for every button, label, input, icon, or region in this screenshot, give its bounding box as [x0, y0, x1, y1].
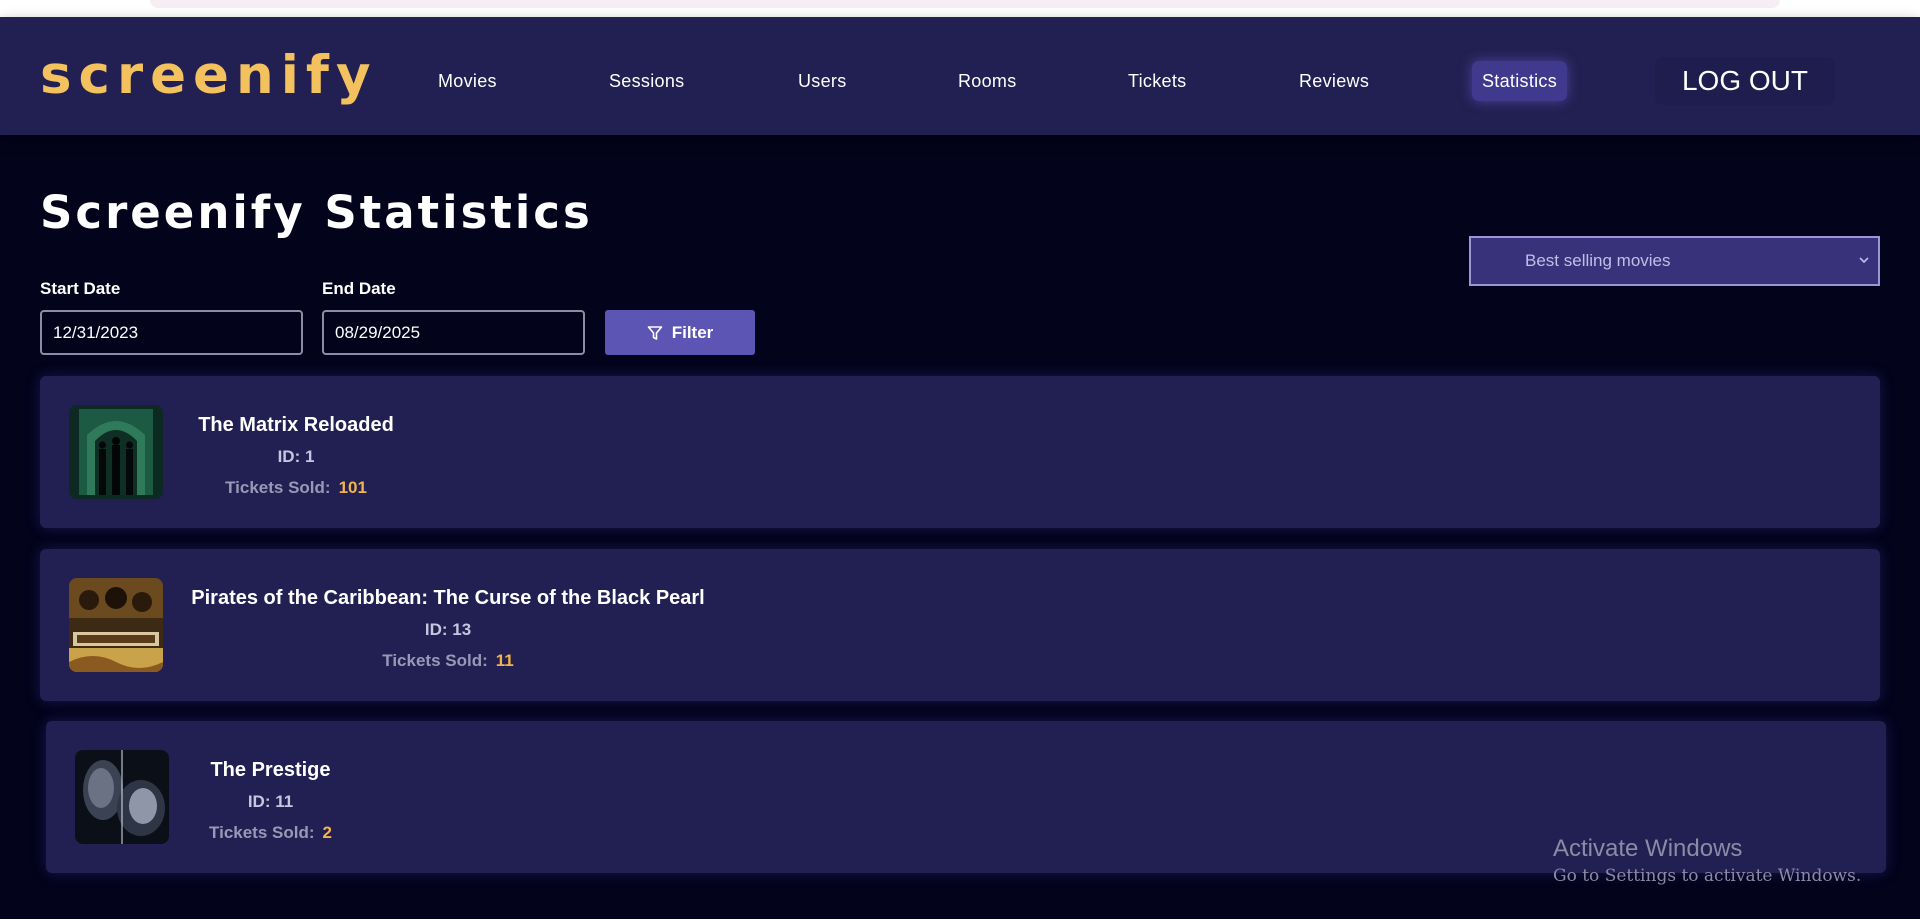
movie-info: The Matrix Reloaded ID: 1 Tickets Sold: 1… [191, 410, 401, 503]
statistic-type-selected: Best selling movies [1525, 251, 1671, 270]
top-navbar: screenify Movies Sessions Users Rooms Ti… [0, 17, 1920, 135]
movie-title: Pirates of the Caribbean: The Curse of t… [191, 587, 705, 609]
statistic-type-select[interactable]: Best selling movies [1469, 236, 1880, 286]
movie-title: The Prestige [210, 759, 331, 781]
movie-info: The Prestige ID: 11 Tickets Sold: 2 [198, 755, 343, 848]
tickets-sold: Tickets Sold: 2 [209, 817, 332, 848]
browser-top-strip [0, 0, 1920, 17]
movie-id-prefix: ID: [424, 620, 453, 639]
chevron-down-icon [1859, 257, 1869, 264]
movie-id-value: 1 [304, 447, 315, 466]
movie-id: ID: 13 [425, 614, 471, 645]
filter-icon [647, 325, 663, 340]
tickets-sold: Tickets Sold: 101 [225, 472, 367, 503]
movie-id-value: 11 [275, 792, 294, 811]
movie-id-prefix: ID: [277, 447, 305, 466]
movie-card[interactable]: The Matrix Reloaded ID: 1 Tickets Sold: 1… [40, 376, 1880, 528]
tickets-sold-label: Tickets Sold: [209, 823, 315, 842]
start-date-label: Start Date [40, 279, 121, 298]
tickets-sold-value: 101 [338, 478, 367, 497]
end-date-input[interactable] [322, 310, 585, 355]
nav-item-tickets[interactable]: Tickets [1128, 61, 1186, 101]
page-title: Screenify Statistics [40, 186, 593, 239]
filter-button[interactable]: Filter [605, 310, 755, 355]
watermark-title: Activate Windows [1553, 835, 1743, 862]
nav-item-movies[interactable]: Movies [438, 61, 497, 101]
tickets-sold-label: Tickets Sold: [225, 478, 331, 497]
logo[interactable]: screenify [40, 49, 378, 102]
nav-item-reviews[interactable]: Reviews [1299, 61, 1369, 101]
start-date-input[interactable] [40, 310, 303, 355]
tickets-sold-label: Tickets Sold: [382, 651, 488, 670]
movie-poster [69, 405, 163, 499]
movie-info: Pirates of the Caribbean: The Curse of t… [191, 583, 705, 676]
tickets-sold-value: 2 [322, 823, 332, 842]
movie-id: ID: 1 [278, 441, 315, 472]
logout-button[interactable]: LOG OUT [1655, 57, 1835, 105]
address-bar-edge [150, 0, 1780, 8]
activate-windows-watermark: Activate Windows Go to Settings to activ… [1553, 834, 1861, 888]
end-date-label: End Date [322, 279, 396, 298]
nav-item-rooms[interactable]: Rooms [958, 61, 1017, 101]
movie-title: The Matrix Reloaded [198, 414, 394, 436]
movie-id-value: 13 [452, 620, 472, 639]
movie-poster [75, 750, 169, 844]
tickets-sold-value: 11 [495, 651, 514, 670]
movie-card[interactable]: Pirates of the Caribbean: The Curse of t… [40, 549, 1880, 701]
nav-item-statistics[interactable]: Statistics [1472, 61, 1568, 101]
movie-id-prefix: ID: [247, 792, 276, 811]
nav-item-users[interactable]: Users [798, 61, 847, 101]
movie-id: ID: 11 [248, 786, 293, 817]
nav-item-sessions[interactable]: Sessions [609, 61, 684, 101]
movie-poster [69, 578, 163, 672]
watermark-subtitle: Go to Settings to activate Windows. [1553, 866, 1862, 886]
filter-button-label: Filter [671, 322, 714, 342]
tickets-sold: Tickets Sold: 11 [382, 645, 513, 676]
